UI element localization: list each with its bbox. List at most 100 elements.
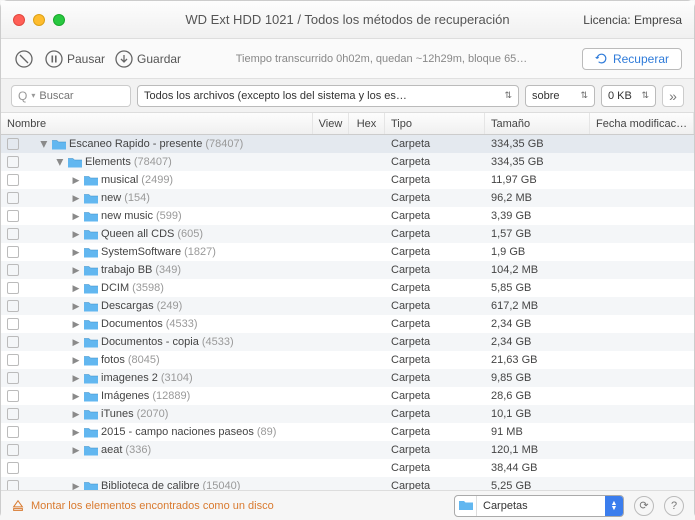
disclosure-icon[interactable]: ▶ [71, 445, 81, 456]
table-row[interactable]: ▶Elements (78407)Carpeta334,35 GB [1, 153, 694, 171]
file-count: (2499) [141, 174, 173, 186]
checkbox[interactable] [7, 426, 19, 438]
disclosure-icon[interactable]: ▶ [71, 301, 81, 312]
disclosure-icon[interactable]: ▶ [71, 337, 81, 348]
checkbox[interactable] [7, 318, 19, 330]
footer-select[interactable]: Carpetas ▲▼ [454, 495, 624, 517]
filter-over-dropdown[interactable]: sobre ⇅ [525, 85, 595, 107]
table-row[interactable]: ▶Queen all CDS (605)Carpeta1,57 GB [1, 225, 694, 243]
checkbox[interactable] [7, 264, 19, 276]
disclosure-icon[interactable]: ▶ [71, 427, 81, 438]
pause-button[interactable]: Pausar [45, 50, 105, 68]
table-row[interactable]: ▶SystemSoftware (1827)Carpeta1,9 GB [1, 243, 694, 261]
disclosure-icon[interactable]: ▶ [71, 409, 81, 420]
disclosure-icon[interactable]: ▶ [71, 481, 81, 491]
checkbox[interactable] [7, 354, 19, 366]
disclosure-icon[interactable]: ▶ [71, 355, 81, 366]
maximize-icon[interactable] [53, 14, 65, 26]
checkbox[interactable] [7, 282, 19, 294]
checkbox[interactable] [7, 174, 19, 186]
checkbox[interactable] [7, 336, 19, 348]
file-count: (249) [157, 300, 183, 312]
table-row[interactable]: ▶Descargas (249)Carpeta617,2 MB [1, 297, 694, 315]
file-size: 104,2 MB [485, 264, 590, 276]
table-row[interactable]: ▶Escaneo Rapido - presente (78407)Carpet… [1, 135, 694, 153]
refresh-button[interactable]: ⟳ [634, 496, 654, 516]
checkbox[interactable] [7, 300, 19, 312]
checkbox[interactable] [7, 192, 19, 204]
mount-button[interactable]: Montar los elementos encontrados como un… [11, 499, 274, 513]
file-count: (154) [124, 192, 150, 204]
window-controls [13, 14, 65, 26]
table-row[interactable]: ▶iTunes (2070)Carpeta10,1 GB [1, 405, 694, 423]
filter-size-dropdown[interactable]: 0 KB ⇅ [601, 85, 656, 107]
close-icon[interactable] [13, 14, 25, 26]
disclosure-icon[interactable]: ▶ [55, 157, 66, 167]
table-row[interactable]: ▶new music (599)Carpeta3,39 GB [1, 207, 694, 225]
file-size: 617,2 MB [485, 300, 590, 312]
disclosure-icon[interactable]: ▶ [71, 319, 81, 330]
col-date[interactable]: Fecha modificac… [590, 113, 694, 134]
file-size: 91 MB [485, 426, 590, 438]
license-label[interactable]: Licencia: Empresa [583, 13, 682, 27]
checkbox[interactable] [7, 246, 19, 258]
minimize-icon[interactable] [33, 14, 45, 26]
col-type[interactable]: Tipo [385, 113, 485, 134]
checkbox[interactable] [7, 372, 19, 384]
recover-button[interactable]: Recuperar [582, 48, 682, 70]
table-row[interactable]: Carpeta38,44 GB [1, 459, 694, 477]
checkbox[interactable] [7, 462, 19, 474]
file-size: 1,9 GB [485, 246, 590, 258]
checkbox[interactable] [7, 138, 19, 150]
table-row[interactable]: ▶imagenes 2 (3104)Carpeta9,85 GB [1, 369, 694, 387]
more-button[interactable]: » [662, 85, 684, 107]
filter-files-dropdown[interactable]: Todos los archivos (excepto los del sist… [137, 85, 519, 107]
search-input[interactable]: Q ▾ [11, 85, 131, 107]
help-button[interactable]: ? [664, 496, 684, 516]
disclosure-icon[interactable]: ▶ [71, 211, 81, 222]
col-size[interactable]: Tamaño [485, 113, 590, 134]
checkbox[interactable] [7, 210, 19, 222]
file-name: musical [101, 174, 138, 186]
table-row[interactable]: ▶aeat (336)Carpeta120,1 MB [1, 441, 694, 459]
checkbox[interactable] [7, 480, 19, 490]
disclosure-icon[interactable]: ▶ [71, 265, 81, 276]
table-row[interactable]: ▶trabajo BB (349)Carpeta104,2 MB [1, 261, 694, 279]
table-row[interactable]: ▶DCIM (3598)Carpeta5,85 GB [1, 279, 694, 297]
disclosure-icon[interactable]: ▶ [39, 139, 50, 149]
disclosure-icon[interactable]: ▶ [71, 373, 81, 384]
checkbox[interactable] [7, 444, 19, 456]
checkbox[interactable] [7, 156, 19, 168]
col-view[interactable]: View [313, 113, 349, 134]
file-list[interactable]: ▶Escaneo Rapido - presente (78407)Carpet… [1, 135, 694, 490]
table-row[interactable]: ▶2015 - campo naciones paseos (89)Carpet… [1, 423, 694, 441]
disclosure-icon[interactable]: ▶ [71, 391, 81, 402]
checkbox[interactable] [7, 408, 19, 420]
disclosure-icon[interactable]: ▶ [71, 283, 81, 294]
file-name: Queen all CDS [101, 228, 174, 240]
checkbox[interactable] [7, 228, 19, 240]
table-row[interactable]: ▶Documentos (4533)Carpeta2,34 GB [1, 315, 694, 333]
col-name[interactable]: Nombre [1, 113, 313, 134]
table-row[interactable]: ▶fotos (8045)Carpeta21,63 GB [1, 351, 694, 369]
table-row[interactable]: ▶Documentos - copia (4533)Carpeta2,34 GB [1, 333, 694, 351]
save-button[interactable]: Guardar [115, 50, 181, 68]
col-hex[interactable]: Hex [349, 113, 385, 134]
table-row[interactable]: ▶Biblioteca de calibre (15040)Carpeta5,2… [1, 477, 694, 490]
chevron-updown-icon[interactable]: ▲▼ [605, 496, 623, 516]
file-count: (4533) [202, 336, 234, 348]
file-size: 10,1 GB [485, 408, 590, 420]
file-size: 2,34 GB [485, 318, 590, 330]
disclosure-icon[interactable]: ▶ [71, 247, 81, 258]
disclosure-icon[interactable]: ▶ [71, 175, 81, 186]
stop-button[interactable] [13, 48, 35, 70]
table-row[interactable]: ▶Imágenes (12889)Carpeta28,6 GB [1, 387, 694, 405]
file-type: Carpeta [385, 138, 485, 150]
checkbox[interactable] [7, 390, 19, 402]
disclosure-icon[interactable]: ▶ [71, 193, 81, 204]
file-name: trabajo BB [101, 264, 152, 276]
table-row[interactable]: ▶musical (2499)Carpeta11,97 GB [1, 171, 694, 189]
table-row[interactable]: ▶new (154)Carpeta96,2 MB [1, 189, 694, 207]
disclosure-icon[interactable]: ▶ [71, 229, 81, 240]
file-count: (605) [177, 228, 203, 240]
